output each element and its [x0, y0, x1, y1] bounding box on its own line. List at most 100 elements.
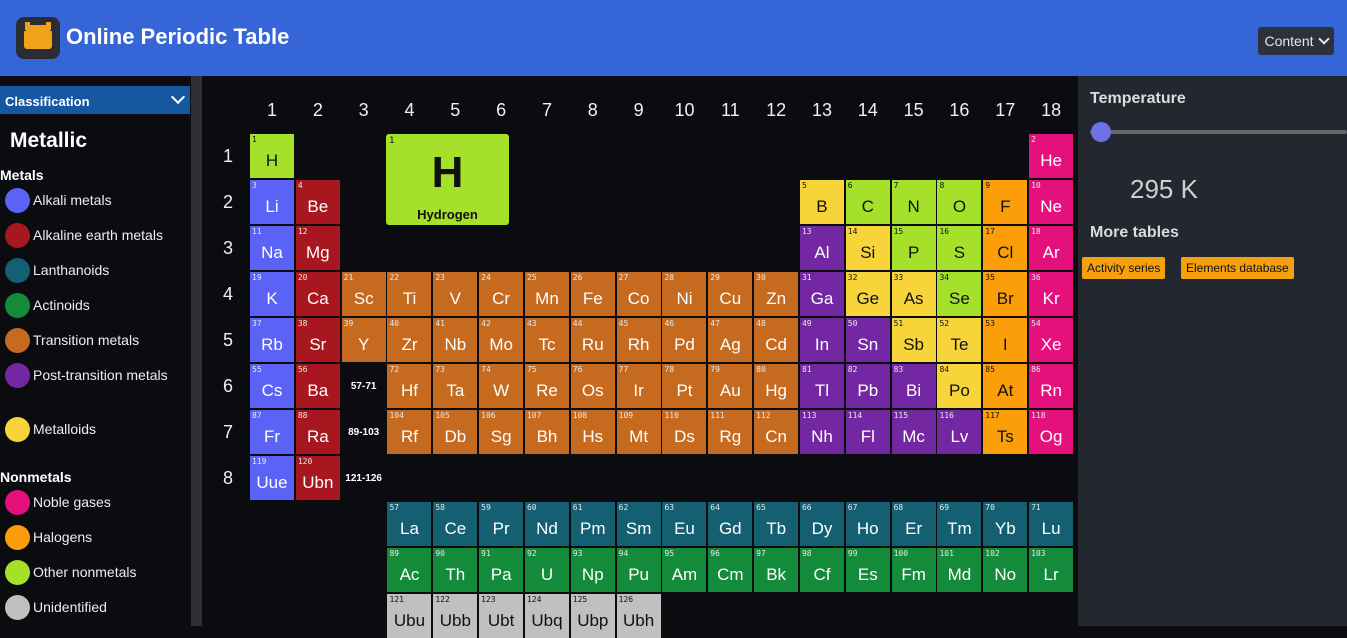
element-u[interactable]: 92 U	[524, 548, 569, 592]
element-ir[interactable]: 77 Ir	[616, 364, 661, 408]
element-sg[interactable]: 106 Sg	[479, 410, 524, 454]
element-pm[interactable]: 61 Pm	[570, 502, 615, 546]
element-ge[interactable]: 32 Ge	[845, 272, 890, 316]
element-cn[interactable]: 112 Cn	[754, 410, 799, 454]
element-zn[interactable]: 30 Zn	[754, 272, 799, 316]
element-pb[interactable]: 82 Pb	[845, 364, 890, 408]
element-o[interactable]: 8O	[937, 180, 982, 224]
element-es[interactable]: 99 Es	[845, 548, 890, 592]
element-nb[interactable]: 41 Nb	[433, 318, 478, 362]
element-k[interactable]: 19 K	[250, 272, 294, 316]
element-rg[interactable]: 111 Rg	[708, 410, 753, 454]
element-hf[interactable]: 72 Hf	[387, 364, 432, 408]
element-sn[interactable]: 50 Sn	[845, 318, 890, 362]
element-zr[interactable]: 40 Zr	[387, 318, 432, 362]
element-p[interactable]: 15 P	[891, 226, 936, 270]
element-md[interactable]: 101 Md	[937, 548, 982, 592]
element-y[interactable]: 39 Y	[341, 318, 386, 362]
element-sb[interactable]: 51 Sb	[891, 318, 936, 362]
element-s[interactable]: 16 S	[937, 226, 982, 270]
element-bi[interactable]: 83 Bi	[891, 364, 936, 408]
element-lu[interactable]: 71 Lu	[1029, 502, 1074, 546]
element-ni[interactable]: 28 Ni	[662, 272, 707, 316]
element-i[interactable]: 53 I	[983, 318, 1028, 362]
element-hs[interactable]: 108 Hs	[570, 410, 615, 454]
element-mc[interactable]: 115 Mc	[891, 410, 936, 454]
element-rb[interactable]: 37 Rb	[250, 318, 294, 362]
element-ubh[interactable]: 126 Ubh	[616, 594, 661, 638]
element-ho[interactable]: 67 Ho	[845, 502, 890, 546]
element-ar[interactable]: 18 Ar	[1029, 226, 1074, 270]
element-ta[interactable]: 73 Ta	[433, 364, 478, 408]
element-ru[interactable]: 44 Ru	[570, 318, 615, 362]
element-eu[interactable]: 63 Eu	[662, 502, 707, 546]
element-ne[interactable]: 10 Ne	[1029, 180, 1074, 224]
element-te[interactable]: 52 Te	[937, 318, 982, 362]
element-ca[interactable]: 20 Ca	[295, 272, 340, 316]
element-mo[interactable]: 42 Mo	[479, 318, 524, 362]
element-cl[interactable]: 17 Cl	[983, 226, 1028, 270]
element-he[interactable]: 2 He	[1029, 134, 1074, 178]
element-cr[interactable]: 24 Cr	[479, 272, 524, 316]
element-xe[interactable]: 54 Xe	[1029, 318, 1074, 362]
element-h[interactable]: 1H	[250, 134, 294, 178]
element-os[interactable]: 76 Os	[570, 364, 615, 408]
element-cm[interactable]: 96 Cm	[708, 548, 753, 592]
element-tb[interactable]: 65 Tb	[754, 502, 799, 546]
element-b[interactable]: 5B	[799, 180, 844, 224]
element-pt[interactable]: 78 Pt	[662, 364, 707, 408]
element-pa[interactable]: 91 Pa	[479, 548, 524, 592]
element-gd[interactable]: 64 Gd	[708, 502, 753, 546]
element-bk[interactable]: 97 Bk	[754, 548, 799, 592]
element-sr[interactable]: 38 Sr	[295, 318, 340, 362]
element-cf[interactable]: 98 Cf	[799, 548, 844, 592]
element-cu[interactable]: 29 Cu	[708, 272, 753, 316]
element-se[interactable]: 34 Se	[937, 272, 982, 316]
element-ubt[interactable]: 123 Ubt	[479, 594, 524, 638]
element-in[interactable]: 49 In	[799, 318, 844, 362]
element-tc[interactable]: 43 Tc	[524, 318, 569, 362]
element-n[interactable]: 7N	[891, 180, 936, 224]
element-np[interactable]: 93 Np	[570, 548, 615, 592]
element-li[interactable]: 3 Li	[250, 180, 294, 224]
element-be[interactable]: 4 Be	[295, 180, 340, 224]
element-tm[interactable]: 69 Tm	[937, 502, 982, 546]
element-ts[interactable]: 117 Ts	[983, 410, 1028, 454]
element-nh[interactable]: 113 Nh	[799, 410, 844, 454]
element-og[interactable]: 118 Og	[1029, 410, 1074, 454]
element-po[interactable]: 84 Po	[937, 364, 982, 408]
element-tl[interactable]: 81 Tl	[799, 364, 844, 408]
element-mg[interactable]: 12 Mg	[295, 226, 340, 270]
element-au[interactable]: 79 Au	[708, 364, 753, 408]
element-cs[interactable]: 55 Cs	[250, 364, 294, 408]
element-v[interactable]: 23 V	[433, 272, 478, 316]
element-si[interactable]: 14 Si	[845, 226, 890, 270]
element-rn[interactable]: 86 Rn	[1029, 364, 1074, 408]
element-fl[interactable]: 114 Fl	[845, 410, 890, 454]
element-ubq[interactable]: 124 Ubq	[524, 594, 569, 638]
element-ba[interactable]: 56 Ba	[295, 364, 340, 408]
content-menu-button[interactable]: Content	[1258, 27, 1334, 55]
element-ubu[interactable]: 121 Ubu	[387, 594, 432, 638]
element-sc[interactable]: 21 Sc	[341, 272, 386, 316]
element-fm[interactable]: 100 Fm	[891, 548, 936, 592]
temperature-slider-thumb[interactable]	[1091, 122, 1111, 142]
element-no[interactable]: 102 No	[983, 548, 1028, 592]
periodic-table-logo-icon[interactable]	[16, 17, 60, 59]
activity-series-button[interactable]: Activity series	[1082, 257, 1166, 279]
element-dy[interactable]: 66 Dy	[799, 502, 844, 546]
classification-select[interactable]: Classification	[0, 86, 190, 114]
element-ra[interactable]: 88 Ra	[295, 410, 340, 454]
element-pd[interactable]: 46 Pd	[662, 318, 707, 362]
element-bh[interactable]: 107 Bh	[524, 410, 569, 454]
element-ubb[interactable]: 122 Ubb	[433, 594, 478, 638]
element-ac[interactable]: 89 Ac	[387, 548, 432, 592]
element-fr[interactable]: 87 Fr	[250, 410, 294, 454]
element-mn[interactable]: 25 Mn	[524, 272, 569, 316]
element-kr[interactable]: 36 Kr	[1029, 272, 1074, 316]
element-lv[interactable]: 116 Lv	[937, 410, 982, 454]
element-br[interactable]: 35 Br	[983, 272, 1028, 316]
element-er[interactable]: 68 Er	[891, 502, 936, 546]
temperature-slider-track[interactable]	[1090, 130, 1347, 134]
element-w[interactable]: 74 W	[479, 364, 524, 408]
